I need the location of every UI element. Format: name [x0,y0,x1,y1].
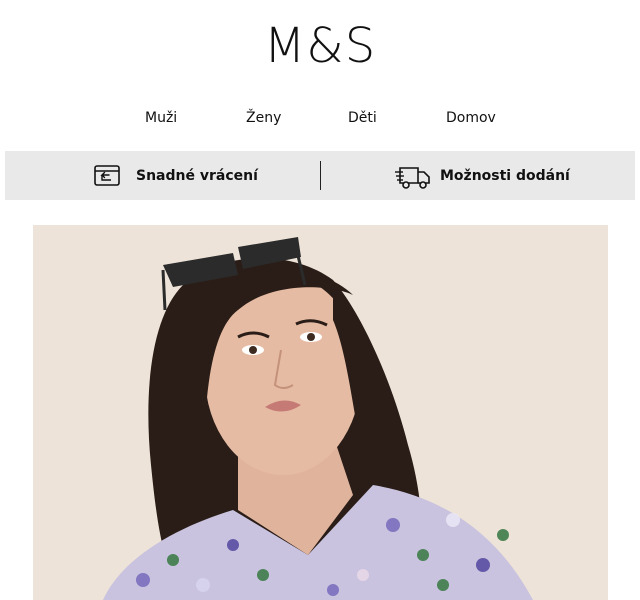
delivery-truck-icon [393,161,433,191]
card-return-icon [89,161,129,191]
delivery-options-link[interactable]: Možnosti dodání [393,151,570,200]
hero-illustration [33,225,608,600]
nav-item-women[interactable]: Ženy [246,106,281,130]
easy-returns-label: Snadné vrácení [136,167,258,184]
main-navigation: Muži Ženy Děti Domov [0,106,640,130]
nav-item-men[interactable]: Muži [145,106,177,130]
service-banner: Snadné vrácení Možnosti dodání [5,151,635,200]
banner-divider [320,161,321,190]
easy-returns-link[interactable]: Snadné vrácení [89,151,258,200]
hero-image[interactable] [33,225,608,600]
brand-logo[interactable]: M&S [0,16,640,76]
nav-item-home[interactable]: Domov [446,106,496,130]
nav-item-kids[interactable]: Děti [348,106,377,130]
delivery-options-label: Možnosti dodání [440,167,570,184]
